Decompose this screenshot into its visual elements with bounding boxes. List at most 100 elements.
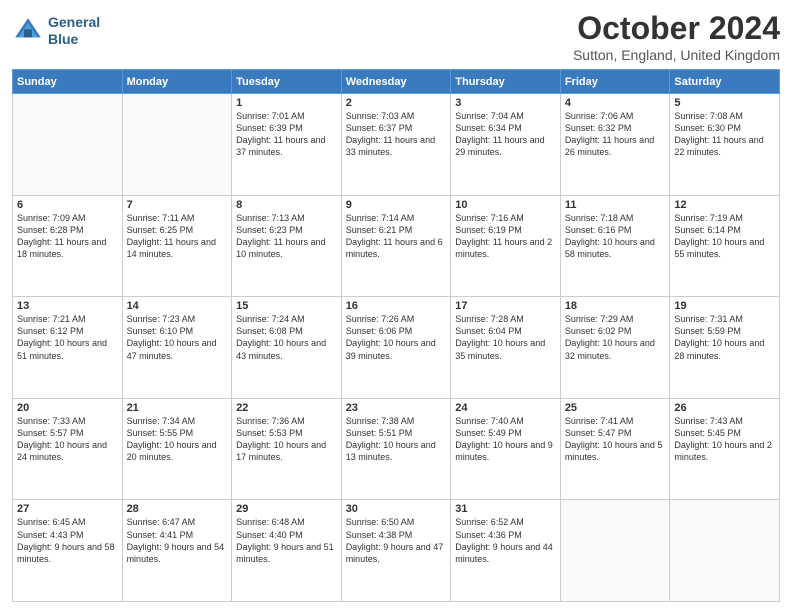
table-cell: 8 Sunrise: 7:13 AM Sunset: 6:23 PM Dayli… — [232, 195, 342, 297]
cell-info: Sunrise: 7:38 AM Sunset: 5:51 PM Dayligh… — [346, 415, 447, 464]
col-tuesday: Tuesday — [232, 70, 342, 94]
table-cell: 11 Sunrise: 7:18 AM Sunset: 6:16 PM Dayl… — [560, 195, 670, 297]
daylight-text: Daylight: 10 hours and 39 minutes. — [346, 338, 436, 360]
table-cell: 7 Sunrise: 7:11 AM Sunset: 6:25 PM Dayli… — [122, 195, 232, 297]
table-cell: 3 Sunrise: 7:04 AM Sunset: 6:34 PM Dayli… — [451, 94, 561, 196]
cell-info: Sunrise: 6:45 AM Sunset: 4:43 PM Dayligh… — [17, 516, 118, 565]
calendar-row: 13 Sunrise: 7:21 AM Sunset: 6:12 PM Dayl… — [13, 297, 780, 399]
sunset-text: Sunset: 6:02 PM — [565, 326, 632, 336]
daylight-text: Daylight: 10 hours and 9 minutes. — [455, 440, 553, 462]
sunrise-text: Sunrise: 7:33 AM — [17, 416, 86, 426]
header-right: October 2024 Sutton, England, United Kin… — [573, 10, 780, 63]
sunrise-text: Sunrise: 7:24 AM — [236, 314, 305, 324]
calendar-row: 1 Sunrise: 7:01 AM Sunset: 6:39 PM Dayli… — [13, 94, 780, 196]
sunrise-text: Sunrise: 7:31 AM — [674, 314, 743, 324]
cell-info: Sunrise: 7:04 AM Sunset: 6:34 PM Dayligh… — [455, 110, 556, 159]
sunset-text: Sunset: 5:45 PM — [674, 428, 741, 438]
daylight-text: Daylight: 10 hours and 20 minutes. — [127, 440, 217, 462]
table-cell: 22 Sunrise: 7:36 AM Sunset: 5:53 PM Dayl… — [232, 398, 342, 500]
daylight-text: Daylight: 10 hours and 51 minutes. — [17, 338, 107, 360]
sunset-text: Sunset: 6:37 PM — [346, 123, 413, 133]
calendar-table: Sunday Monday Tuesday Wednesday Thursday… — [12, 69, 780, 602]
logo: General Blue — [12, 14, 100, 48]
day-number: 13 — [17, 300, 118, 312]
table-cell: 14 Sunrise: 7:23 AM Sunset: 6:10 PM Dayl… — [122, 297, 232, 399]
table-cell — [670, 500, 780, 602]
sunset-text: Sunset: 6:10 PM — [127, 326, 194, 336]
sunrise-text: Sunrise: 6:50 AM — [346, 517, 415, 527]
day-number: 8 — [236, 199, 337, 211]
sunrise-text: Sunrise: 7:29 AM — [565, 314, 634, 324]
day-number: 3 — [455, 97, 556, 109]
cell-info: Sunrise: 7:14 AM Sunset: 6:21 PM Dayligh… — [346, 212, 447, 261]
table-cell: 10 Sunrise: 7:16 AM Sunset: 6:19 PM Dayl… — [451, 195, 561, 297]
sunset-text: Sunset: 6:14 PM — [674, 225, 741, 235]
day-number: 29 — [236, 503, 337, 515]
table-cell: 31 Sunrise: 6:52 AM Sunset: 4:36 PM Dayl… — [451, 500, 561, 602]
day-number: 1 — [236, 97, 337, 109]
sunset-text: Sunset: 5:57 PM — [17, 428, 84, 438]
day-number: 25 — [565, 402, 666, 414]
daylight-text: Daylight: 10 hours and 13 minutes. — [346, 440, 436, 462]
sunset-text: Sunset: 5:55 PM — [127, 428, 194, 438]
sunrise-text: Sunrise: 7:28 AM — [455, 314, 524, 324]
table-cell: 21 Sunrise: 7:34 AM Sunset: 5:55 PM Dayl… — [122, 398, 232, 500]
daylight-text: Daylight: 10 hours and 5 minutes. — [565, 440, 663, 462]
col-wednesday: Wednesday — [341, 70, 451, 94]
sunset-text: Sunset: 5:49 PM — [455, 428, 522, 438]
cell-info: Sunrise: 6:47 AM Sunset: 4:41 PM Dayligh… — [127, 516, 228, 565]
sunset-text: Sunset: 6:28 PM — [17, 225, 84, 235]
cell-info: Sunrise: 7:36 AM Sunset: 5:53 PM Dayligh… — [236, 415, 337, 464]
calendar-row: 20 Sunrise: 7:33 AM Sunset: 5:57 PM Dayl… — [13, 398, 780, 500]
sunrise-text: Sunrise: 7:08 AM — [674, 111, 743, 121]
col-monday: Monday — [122, 70, 232, 94]
day-number: 9 — [346, 199, 447, 211]
cell-info: Sunrise: 7:28 AM Sunset: 6:04 PM Dayligh… — [455, 313, 556, 362]
cell-info: Sunrise: 7:19 AM Sunset: 6:14 PM Dayligh… — [674, 212, 775, 261]
sunrise-text: Sunrise: 6:48 AM — [236, 517, 305, 527]
day-number: 16 — [346, 300, 447, 312]
sunrise-text: Sunrise: 7:43 AM — [674, 416, 743, 426]
day-number: 26 — [674, 402, 775, 414]
sunset-text: Sunset: 4:38 PM — [346, 530, 413, 540]
logo-icon — [12, 15, 44, 47]
sunrise-text: Sunrise: 7:13 AM — [236, 213, 305, 223]
calendar-row: 6 Sunrise: 7:09 AM Sunset: 6:28 PM Dayli… — [13, 195, 780, 297]
sunset-text: Sunset: 4:43 PM — [17, 530, 84, 540]
sunrise-text: Sunrise: 7:21 AM — [17, 314, 86, 324]
day-number: 4 — [565, 97, 666, 109]
table-cell — [13, 94, 123, 196]
sunrise-text: Sunrise: 7:06 AM — [565, 111, 634, 121]
cell-info: Sunrise: 7:06 AM Sunset: 6:32 PM Dayligh… — [565, 110, 666, 159]
sunset-text: Sunset: 5:51 PM — [346, 428, 413, 438]
cell-info: Sunrise: 7:23 AM Sunset: 6:10 PM Dayligh… — [127, 313, 228, 362]
table-cell: 15 Sunrise: 7:24 AM Sunset: 6:08 PM Dayl… — [232, 297, 342, 399]
daylight-text: Daylight: 9 hours and 58 minutes. — [17, 542, 115, 564]
sunset-text: Sunset: 6:08 PM — [236, 326, 303, 336]
sunrise-text: Sunrise: 7:03 AM — [346, 111, 415, 121]
day-number: 28 — [127, 503, 228, 515]
cell-info: Sunrise: 7:18 AM Sunset: 6:16 PM Dayligh… — [565, 212, 666, 261]
logo-line2: Blue — [48, 31, 100, 48]
cell-info: Sunrise: 7:08 AM Sunset: 6:30 PM Dayligh… — [674, 110, 775, 159]
sunrise-text: Sunrise: 7:14 AM — [346, 213, 415, 223]
table-cell: 27 Sunrise: 6:45 AM Sunset: 4:43 PM Dayl… — [13, 500, 123, 602]
sunset-text: Sunset: 5:53 PM — [236, 428, 303, 438]
cell-info: Sunrise: 7:11 AM Sunset: 6:25 PM Dayligh… — [127, 212, 228, 261]
cell-info: Sunrise: 7:43 AM Sunset: 5:45 PM Dayligh… — [674, 415, 775, 464]
sunset-text: Sunset: 5:59 PM — [674, 326, 741, 336]
sunrise-text: Sunrise: 7:23 AM — [127, 314, 196, 324]
day-number: 22 — [236, 402, 337, 414]
day-number: 2 — [346, 97, 447, 109]
daylight-text: Daylight: 9 hours and 47 minutes. — [346, 542, 444, 564]
sunset-text: Sunset: 6:30 PM — [674, 123, 741, 133]
day-number: 17 — [455, 300, 556, 312]
cell-info: Sunrise: 7:09 AM Sunset: 6:28 PM Dayligh… — [17, 212, 118, 261]
cell-info: Sunrise: 6:48 AM Sunset: 4:40 PM Dayligh… — [236, 516, 337, 565]
daylight-text: Daylight: 11 hours and 2 minutes. — [455, 237, 552, 259]
calendar-row: 27 Sunrise: 6:45 AM Sunset: 4:43 PM Dayl… — [13, 500, 780, 602]
sunset-text: Sunset: 6:25 PM — [127, 225, 194, 235]
day-number: 30 — [346, 503, 447, 515]
sunset-text: Sunset: 6:19 PM — [455, 225, 522, 235]
cell-info: Sunrise: 7:31 AM Sunset: 5:59 PM Dayligh… — [674, 313, 775, 362]
